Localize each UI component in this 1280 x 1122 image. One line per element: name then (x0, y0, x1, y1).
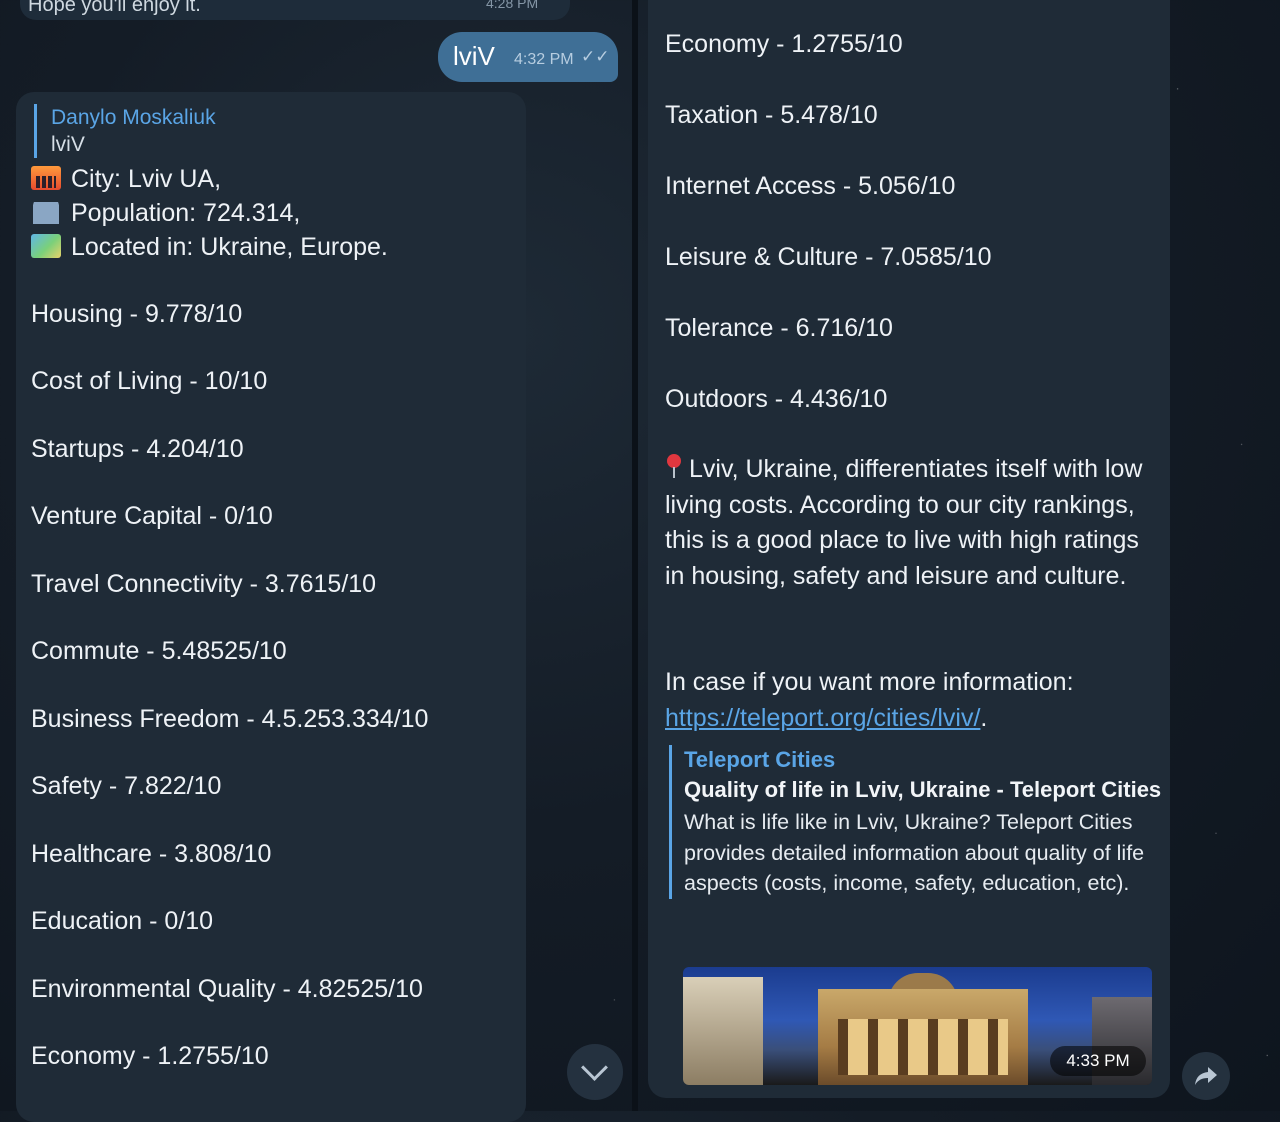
location-line: Located in: Ukraine, Europe. (31, 233, 388, 262)
rating-economy: Economy - 1.2755/10 (665, 30, 903, 58)
more-info: In case if you want more information: ht… (665, 665, 1074, 736)
outgoing-message-time: 4:32 PM (514, 51, 574, 68)
link-period: . (980, 703, 988, 732)
building-left (683, 977, 763, 1085)
rating-safety: Safety - 7.822/10 (31, 772, 222, 800)
screenshot-divider (632, 0, 638, 1111)
link-preview-site: Teleport Cities (684, 747, 836, 772)
scroll-down-button[interactable] (567, 1044, 623, 1100)
busts-icon (31, 200, 61, 224)
link-preview-description: What is life like in Lviv, Ukraine? Tele… (684, 810, 1145, 895)
rating-travel-connectivity: Travel Connectivity - 3.7615/10 (31, 570, 377, 598)
rating-environmental-quality: Environmental Quality - 4.82525/10 (31, 975, 423, 1003)
reply-quote[interactable]: Danylo Moskaliuk lviV (34, 104, 216, 158)
rating-taxation: Taxation - 5.478/10 (665, 101, 878, 129)
rating-outdoors: Outdoors - 4.436/10 (665, 385, 888, 413)
previous-message-text: Hope you'll enjoy it. (28, 0, 201, 16)
cityscape-icon (31, 166, 61, 190)
rating-commute: Commute - 5.48525/10 (31, 637, 287, 665)
city-text: City: Lviv UA, (71, 165, 222, 193)
rating-tolerance: Tolerance - 6.716/10 (665, 314, 893, 342)
rating-business-freedom: Business Freedom - 4.5.253.334/10 (31, 705, 429, 733)
city-summary: Lviv, Ukraine, differentiates itself wit… (665, 452, 1155, 594)
rating-healthcare: Healthcare - 3.808/10 (31, 840, 272, 868)
outgoing-message-bubble[interactable]: lviV 4:32 PM ✓✓ (438, 32, 618, 82)
previous-message-time: 4:28 PM (486, 0, 539, 11)
rating-startups: Startups - 4.204/10 (31, 435, 244, 463)
reply-text: lviV (51, 133, 85, 156)
rating-housing: Housing - 9.778/10 (31, 300, 243, 328)
link-preview[interactable]: Teleport Cities Quality of life in Lviv,… (669, 745, 1174, 899)
location-text: Located in: Ukraine, Europe. (71, 233, 388, 261)
opera-house (818, 989, 1028, 1085)
chevron-down-icon (581, 1054, 608, 1081)
double-check-icon: ✓✓ (581, 47, 610, 66)
outgoing-message-text: lviV (453, 41, 495, 71)
round-pushpin-icon (665, 454, 683, 480)
world-map-icon (31, 234, 61, 258)
rating-venture-capital: Venture Capital - 0/10 (31, 502, 273, 530)
city-line: City: Lviv UA, (31, 165, 221, 194)
rating-leisure-culture: Leisure & Culture - 7.0585/10 (665, 243, 992, 271)
rating-economy: Economy - 1.2755/10 (31, 1042, 269, 1070)
rating-education: Education - 0/10 (31, 907, 214, 935)
population-line: Population: 724.314, (31, 199, 300, 228)
rating-internet-access: Internet Access - 5.056/10 (665, 172, 956, 200)
link-preview-title: Quality of life in Lviv, Ukraine - Telep… (684, 777, 1162, 802)
reply-author: Danylo Moskaliuk (51, 106, 216, 129)
teleport-link[interactable]: https://teleport.org/cities/lviv/ (665, 704, 980, 732)
rating-cost-of-living: Cost of Living - 10/10 (31, 367, 268, 395)
more-info-text: In case if you want more information: (665, 668, 1074, 696)
forward-button[interactable] (1182, 1052, 1230, 1100)
link-preview-time: 4:33 PM (1050, 1046, 1146, 1076)
population-text: Population: 724.314, (71, 199, 301, 227)
city-summary-text: Lviv, Ukraine, differentiates itself wit… (665, 455, 1143, 590)
share-arrow-icon (1195, 1067, 1217, 1085)
